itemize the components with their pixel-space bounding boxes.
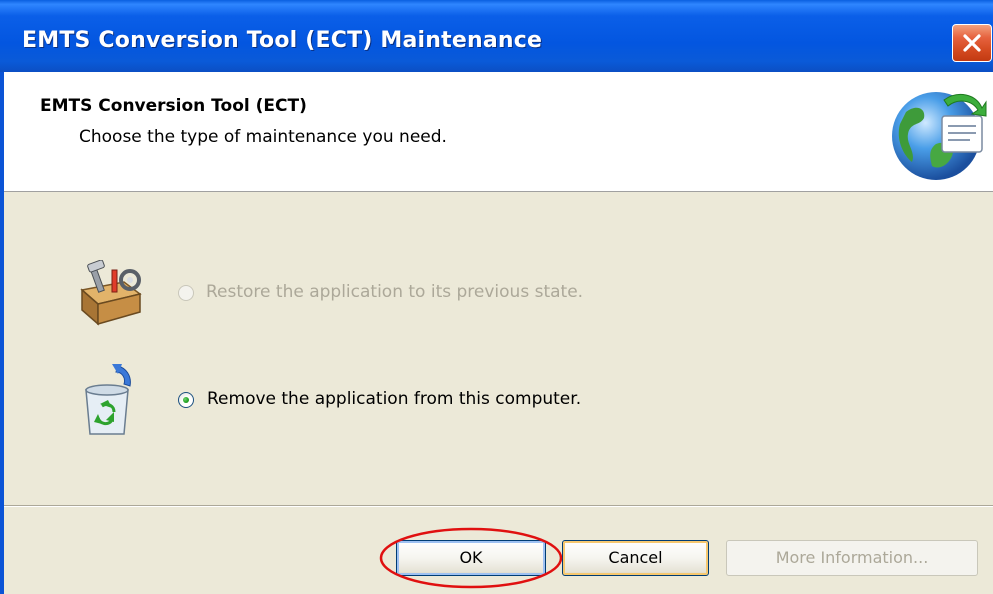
close-button[interactable]	[952, 24, 992, 62]
toolbox-icon	[80, 260, 142, 326]
remove-option-label: Remove the application from this compute…	[207, 389, 582, 409]
more-information-button[interactable]: More Information...	[726, 540, 978, 576]
title-bar[interactable]: EMTS Conversion Tool (ECT) Maintenance	[0, 0, 993, 72]
recycle-bin-icon	[85, 364, 131, 435]
window-title: EMTS Conversion Tool (ECT) Maintenance	[22, 28, 543, 53]
radio-selected-dot	[183, 397, 189, 403]
maintenance-dialog: EMTS Conversion Tool (ECT) Maintenance E…	[0, 0, 993, 594]
header-subtitle: Choose the type of maintenance you need.	[79, 127, 447, 147]
cancel-button[interactable]: Cancel	[562, 540, 709, 576]
restore-option-label: Restore the application to its previous …	[206, 282, 584, 302]
remove-radio[interactable]	[178, 392, 194, 408]
close-icon	[963, 34, 981, 52]
restore-radio[interactable]	[178, 285, 194, 301]
button-separator-highlight	[4, 506, 993, 507]
globe-document-icon	[892, 92, 987, 180]
header-panel: EMTS Conversion Tool (ECT) Choose the ty…	[4, 72, 993, 192]
header-title: EMTS Conversion Tool (ECT)	[40, 96, 307, 116]
highlight-ellipse	[379, 527, 563, 589]
